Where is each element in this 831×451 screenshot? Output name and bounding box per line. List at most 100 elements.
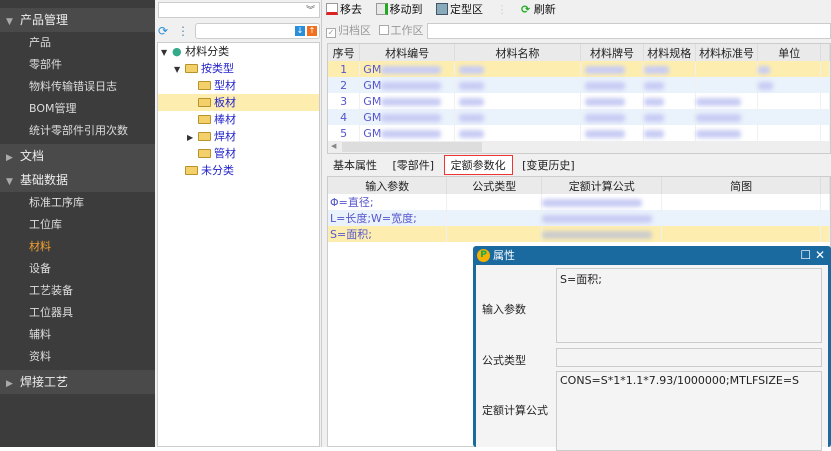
material-code: GM [363, 62, 382, 76]
material-tree: ▼ ● 材料分类 ▼ 按类型 型材 板材 棒材 ▶ 焊材 管材 未分类 [157, 42, 320, 447]
table-row[interactable]: L=长度;W=宽度; [328, 210, 831, 226]
material-grid: 序号 材料编号 材料名称 材料牌号 材料规格 材料标准号 单位 1 GM 2 GM … [327, 43, 831, 154]
input-param-field[interactable]: S=面积; [556, 268, 822, 343]
folder-icon [198, 115, 211, 124]
expand-icon: ▼ [174, 65, 181, 74]
sidebar-item-station-lib[interactable]: 工位库 [0, 214, 155, 236]
input-param: L=长度;W=宽度; [328, 210, 448, 226]
material-code: GM [363, 78, 382, 92]
row-no: 4 [328, 109, 361, 125]
expand-icon: ▼ [6, 17, 13, 27]
remove-button[interactable]: 移去 [326, 3, 362, 16]
expand-icon: ▼ [161, 48, 168, 57]
sidebar: ▼ 产品管理 产品 零部件 物料传输错误日志 BOM管理 统计零部件引用次数 ▶ 文… [0, 0, 155, 447]
tree-node-bar[interactable]: 棒材 [158, 111, 319, 128]
tree-node-plate[interactable]: 板材 [158, 94, 319, 111]
sidebar-group-docs[interactable]: ▶ 文档 [0, 144, 155, 168]
row-no: 2 [328, 77, 361, 93]
horizontal-scrollbar[interactable]: ◀ [328, 141, 830, 153]
tree-panel: ︾ ⟳ ⋮ ↓ ↑ ▼ ● 材料分类 ▼ 按类型 型材 板材 棒材 ▶ 焊材 管材 未… [155, 0, 322, 447]
input-param-label: 输入参数 [482, 303, 526, 316]
col-header[interactable]: 材料牌号 [580, 44, 644, 61]
col-header[interactable]: 输入参数 [328, 177, 448, 194]
sidebar-item-auxiliary[interactable]: 辅料 [0, 324, 155, 346]
sidebar-item-tooling[interactable]: 工艺装备 [0, 280, 155, 302]
folder-icon [198, 98, 211, 107]
table-row[interactable]: 3 GM [328, 93, 830, 109]
table-row[interactable]: 2 GM [328, 77, 830, 93]
formula-label: 定额计算公式 [482, 404, 548, 417]
tree-search-input[interactable]: ↓ ↑ [195, 23, 320, 39]
sidebar-group-product[interactable]: ▼ 产品管理 [0, 8, 155, 32]
input-param: Φ=直径; [328, 194, 448, 210]
col-header[interactable]: 材料名称 [454, 44, 582, 61]
fixed-area-icon [436, 3, 448, 15]
dialog-body: 输入参数 S=面积; 公式类型 定额计算公式 CONS=S*1*1.1*7.93… [476, 265, 828, 451]
dialog-title: 属性 [493, 249, 515, 262]
sidebar-group-welding[interactable]: ▶ 焊接工艺 [0, 370, 155, 394]
col-header[interactable]: 材料标准号 [695, 44, 759, 61]
refresh-tree-icon[interactable]: ⟳ [158, 24, 168, 38]
col-header[interactable]: 简图 [661, 177, 821, 194]
tree-node-welding[interactable]: ▶ 焊材 [158, 128, 319, 145]
table-row[interactable]: 1 GM [328, 61, 830, 77]
sidebar-item-material[interactable]: 材料 [0, 236, 155, 258]
formula-field[interactable]: CONS=S*1*1.1*7.93/1000000;MTLFSIZE=S [556, 371, 822, 451]
tab-change-history[interactable]: [变更历史] [516, 156, 581, 176]
sidebar-item-equipment[interactable]: 设备 [0, 258, 155, 280]
folder-icon [198, 132, 211, 141]
col-header[interactable]: 公式类型 [446, 177, 543, 194]
sidebar-item-transfer-log[interactable]: 物料传输错误日志 [0, 76, 155, 98]
search-up-icon[interactable]: ↑ [307, 26, 317, 36]
tree-node-by-type[interactable]: ▼ 按类型 [158, 60, 319, 77]
refresh-icon: ⟳ [521, 3, 531, 16]
col-header-spacer [820, 44, 830, 61]
tree-combo[interactable]: ︾ [158, 2, 320, 18]
sidebar-group-basic-data[interactable]: ▼ 基础数据 [0, 168, 155, 192]
dialog-titlebar[interactable]: P 属性 ☐ ✕ [473, 246, 831, 265]
table-row[interactable]: Φ=直径; [328, 194, 831, 210]
tree-node-profile[interactable]: 型材 [158, 77, 319, 94]
sidebar-item-usage-stats[interactable]: 统计零部件引用次数 [0, 120, 155, 142]
tree-node-uncategorized[interactable]: 未分类 [158, 162, 319, 179]
fixed-area-button[interactable]: 定型区 [436, 3, 483, 16]
sidebar-item-parts[interactable]: 零部件 [0, 54, 155, 76]
maximize-icon[interactable]: ☐ [800, 248, 811, 262]
tree-node-pipe[interactable]: 管材 [158, 145, 319, 162]
col-header[interactable]: 材料编号 [359, 44, 455, 61]
sidebar-item-resources[interactable]: 资料 [0, 346, 155, 368]
sidebar-item-product[interactable]: 产品 [0, 32, 155, 54]
work-checkbox[interactable] [378, 25, 389, 35]
sidebar-item-process-lib[interactable]: 标准工序库 [0, 192, 155, 214]
col-header[interactable]: 材料规格 [643, 44, 696, 61]
table-row[interactable]: S=面积; [328, 226, 831, 242]
archive-checkbox[interactable]: ✓ [326, 28, 336, 38]
refresh-button[interactable]: ⟳ 刷新 [521, 3, 556, 16]
tab-parts[interactable]: [零部件] [387, 156, 441, 176]
row-no: 3 [328, 93, 361, 109]
close-icon[interactable]: ✕ [815, 248, 825, 262]
properties-dialog: P 属性 ☐ ✕ 输入参数 S=面积; 公式类型 定额计算公式 CONS=S*1… [473, 246, 831, 451]
formula-type-field[interactable] [556, 348, 822, 367]
col-header[interactable]: 单位 [757, 44, 822, 61]
filter-input[interactable] [427, 23, 831, 39]
tab-quota-param[interactable]: 定额参数化 [443, 155, 513, 175]
search-down-icon[interactable]: ↓ [295, 26, 305, 36]
move-icon [375, 3, 388, 15]
expand-icon: ▼ [6, 177, 13, 187]
sidebar-item-station-tools[interactable]: 工位器具 [0, 302, 155, 324]
col-header[interactable]: 定额计算公式 [541, 177, 663, 194]
table-row[interactable]: 4 GM [328, 109, 830, 125]
category-icon: ● [172, 45, 182, 58]
material-code: GM [363, 94, 382, 108]
scroll-thumb[interactable] [342, 142, 482, 152]
scroll-left-icon[interactable]: ◀ [331, 142, 336, 150]
tree-root[interactable]: ▼ ● 材料分类 [158, 43, 319, 60]
row-no: 1 [328, 61, 361, 77]
hierarchy-icon[interactable]: ⋮ [177, 24, 189, 38]
table-row[interactable]: 5 GM [328, 125, 830, 141]
sidebar-item-bom[interactable]: BOM管理 [0, 98, 155, 120]
move-to-button[interactable]: 移动到 [375, 3, 423, 16]
tab-basic[interactable]: 基本属性 [327, 156, 383, 176]
col-header[interactable]: 序号 [328, 44, 361, 61]
